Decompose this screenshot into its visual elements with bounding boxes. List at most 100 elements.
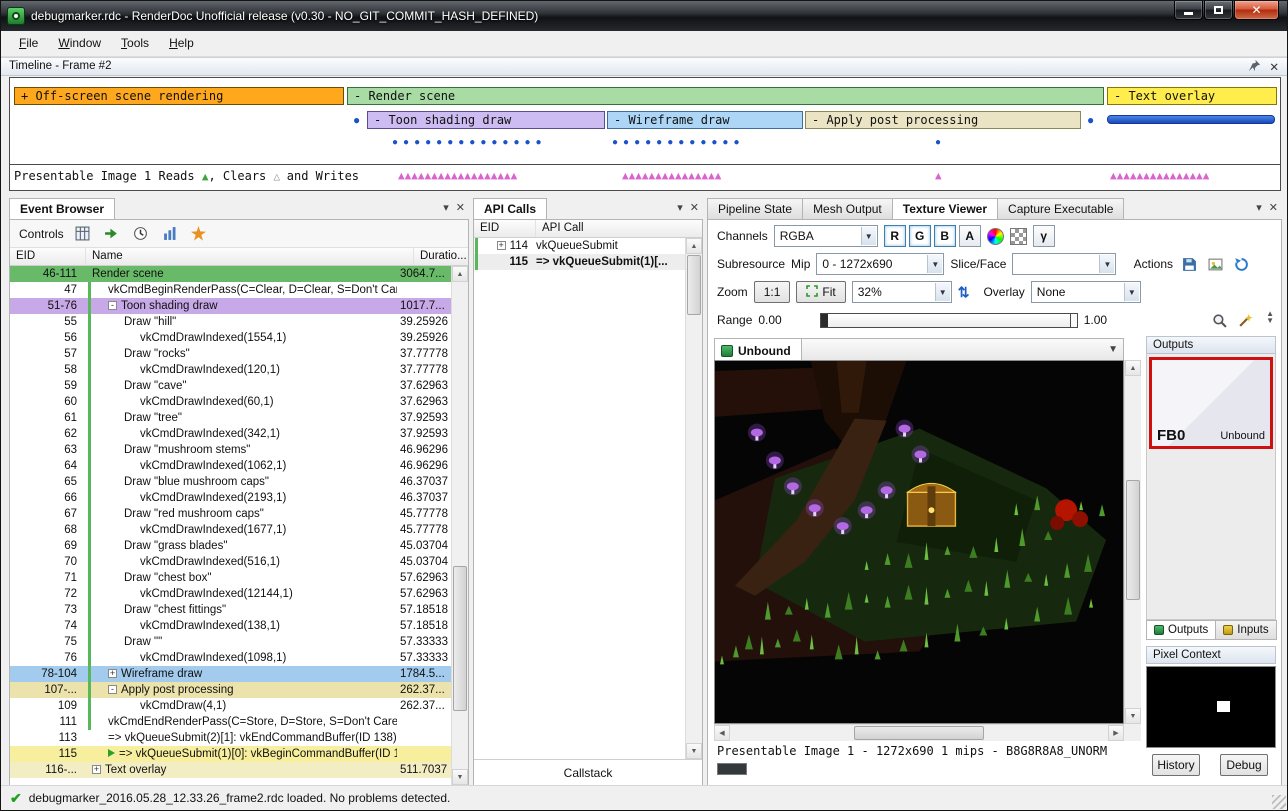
timeline-event-dot[interactable]: ● (353, 114, 360, 126)
column-duration[interactable]: Duratio... (414, 248, 468, 265)
column-eid[interactable]: EID (10, 248, 86, 265)
event-row-72[interactable]: 72vkCmdDrawIndexed(12144,1)57.62963 (10, 586, 451, 602)
scroll-left-icon[interactable]: ◀ (714, 725, 730, 741)
column-api-call[interactable]: API Call (536, 220, 702, 237)
event-row-111[interactable]: 111vkCmdEndRenderPass(C=Store, D=Store, … (10, 714, 451, 730)
api-row-114[interactable]: +114vkQueueSubmit (474, 238, 685, 254)
api-calls-close-icon[interactable]: ✕ (690, 201, 699, 214)
scroll-right-icon[interactable]: ▶ (1108, 725, 1124, 741)
timeline-panel[interactable]: + Off-screen scene rendering - Render sc… (9, 77, 1281, 191)
event-row-116-...[interactable]: 116-...+Text overlay511.7037 (10, 762, 451, 778)
controls-label[interactable]: Controls (19, 227, 64, 241)
timeline-browse-icon[interactable] (75, 226, 93, 242)
scroll-thumb[interactable] (687, 255, 701, 315)
save-icon[interactable] (1179, 254, 1199, 274)
event-row-59[interactable]: 59Draw "cave"37.62963 (10, 378, 451, 394)
scroll-down-icon[interactable]: ▼ (1125, 708, 1141, 724)
scroll-up-icon[interactable]: ▲ (686, 238, 702, 254)
tab-texture-viewer[interactable]: Texture Viewer (892, 198, 998, 219)
checkerboard-icon[interactable] (1010, 228, 1027, 245)
slice-face-combo[interactable]: ▼ (1012, 253, 1116, 275)
channel-g-button[interactable]: G (909, 225, 931, 247)
menu-item-window[interactable]: Window (48, 31, 111, 56)
timeline-bar-text-overlay[interactable]: - Text overlay (1107, 87, 1277, 105)
range-max[interactable]: 1.00 (1084, 313, 1107, 327)
fit-button[interactable]: Fit (796, 281, 845, 303)
event-row-58[interactable]: 58vkCmdDrawIndexed(120,1)37.77778 (10, 362, 451, 378)
maximize-button[interactable] (1204, 1, 1233, 20)
api-row-115[interactable]: 115=> vkQueueSubmit(1)[... (474, 254, 685, 270)
event-row-76[interactable]: 76vkCmdDrawIndexed(1098,1)57.33333 (10, 650, 451, 666)
event-browser-menu-icon[interactable]: ▾ (443, 201, 449, 214)
tab-inputs[interactable]: Inputs (1215, 620, 1276, 640)
channel-a-button[interactable]: A (959, 225, 981, 247)
event-row-46-111[interactable]: 46-111Render scene3064.7... (10, 266, 451, 282)
event-row-61[interactable]: 61Draw "tree"37.92593 (10, 410, 451, 426)
expander-icon[interactable]: + (92, 765, 101, 774)
time-draws-icon[interactable] (133, 226, 151, 242)
scroll-thumb[interactable] (1126, 480, 1140, 600)
timeline-event-dot[interactable]: ● (1087, 114, 1094, 126)
event-row-68[interactable]: 68vkCmdDrawIndexed(1677,1)45.77778 (10, 522, 451, 538)
autofit-wand-icon[interactable] (1235, 310, 1255, 330)
close-button[interactable]: ✕ (1234, 1, 1279, 20)
timeline-bar-render-scene[interactable]: - Render scene (347, 87, 1104, 105)
range-black-point-handle[interactable] (821, 314, 828, 327)
texture-vscrollbar[interactable]: ▲ ▼ (1124, 360, 1141, 724)
column-eid[interactable]: EID (474, 220, 536, 237)
range-slider[interactable] (820, 313, 1078, 328)
event-row-113[interactable]: 113=> vkQueueSubmit(2)[1]: vkEndCommandB… (10, 730, 451, 746)
export-image-icon[interactable] (1205, 254, 1225, 274)
menu-item-file[interactable]: File (9, 31, 48, 56)
tab-api-calls[interactable]: API Calls (473, 198, 547, 219)
texture-list-chevron-icon[interactable]: ▼ (1108, 344, 1118, 355)
event-row-109[interactable]: 109vkCmdDraw(4,1)262.37... (10, 698, 451, 714)
title-bar[interactable]: debugmarker.rdc - RenderDoc Unofficial r… (1, 1, 1287, 31)
zoom-combo[interactable]: 32% ▼ (852, 281, 952, 303)
zoom-1to1-button[interactable]: 1:1 (754, 281, 791, 303)
event-row-69[interactable]: 69Draw "grass blades"45.03704 (10, 538, 451, 554)
menu-item-help[interactable]: Help (159, 31, 204, 56)
refresh-icon[interactable] (1231, 254, 1251, 274)
timeline-bar-wireframe[interactable]: - Wireframe draw (607, 111, 803, 129)
pixel-context-header[interactable]: Pixel Context (1146, 646, 1276, 664)
stats-icon[interactable] (162, 226, 180, 242)
range-min[interactable]: 0.00 (758, 313, 781, 327)
channel-r-button[interactable]: R (884, 225, 906, 247)
event-row-107-...[interactable]: 107-...-Apply post processing262.37... (10, 682, 451, 698)
range-collapse-icon[interactable]: ▲▼ (1266, 310, 1274, 324)
api-calls-scrollbar[interactable]: ▲ ▼ (685, 238, 702, 759)
post-draw-dot[interactable]: ● (935, 137, 946, 148)
wireframe-draw-dots[interactable]: ●●●●●●●●●●●● (612, 137, 744, 148)
mip-combo[interactable]: 0 - 1272x690 ▼ (816, 253, 944, 275)
event-row-47[interactable]: 47vkCmdBeginRenderPass(C=Clear, D=Clear,… (10, 282, 451, 298)
scroll-down-icon[interactable]: ▼ (686, 743, 702, 759)
right-panel-menu-icon[interactable]: ▾ (1256, 201, 1262, 214)
event-browser-scrollbar[interactable]: ▲ ▼ (451, 266, 468, 785)
event-row-55[interactable]: 55Draw "hill"39.25926 (10, 314, 451, 330)
tab-capture-executable[interactable]: Capture Executable (997, 198, 1124, 219)
timeline-overlay-marker[interactable] (1107, 115, 1275, 124)
scroll-up-icon[interactable]: ▲ (1125, 360, 1141, 376)
pin-icon[interactable] (1248, 59, 1261, 75)
event-row-63[interactable]: 63Draw "mushroom stems"46.96296 (10, 442, 451, 458)
zoom-range-icon[interactable] (1209, 310, 1229, 330)
pixel-context-display[interactable] (1146, 666, 1276, 748)
event-row-71[interactable]: 71Draw "chest box"57.62963 (10, 570, 451, 586)
event-row-57[interactable]: 57Draw "rocks"37.77778 (10, 346, 451, 362)
timeline-close-icon[interactable]: ✕ (1269, 60, 1279, 74)
scroll-thumb[interactable] (453, 566, 467, 711)
expander-icon[interactable]: - (108, 685, 117, 694)
colorwheel-icon[interactable] (987, 228, 1004, 245)
scroll-down-icon[interactable]: ▼ (452, 769, 468, 785)
event-row-60[interactable]: 60vkCmdDrawIndexed(60,1)37.62963 (10, 394, 451, 410)
api-calls-menu-icon[interactable]: ▾ (677, 201, 683, 214)
tab-unbound-texture[interactable]: Unbound (715, 339, 802, 360)
scroll-thumb[interactable] (854, 726, 984, 740)
fb0-thumbnail[interactable]: FB0 Unbound (1149, 357, 1273, 449)
event-row-115[interactable]: 115=> vkQueueSubmit(1)[0]: vkBeginComman… (10, 746, 451, 762)
channels-combo[interactable]: RGBA ▼ (774, 225, 878, 247)
timeline-bar-toon[interactable]: - Toon shading draw (367, 111, 605, 129)
minimize-button[interactable] (1174, 1, 1203, 20)
event-row-51-76[interactable]: 51-76-Toon shading draw1017.7... (10, 298, 451, 314)
